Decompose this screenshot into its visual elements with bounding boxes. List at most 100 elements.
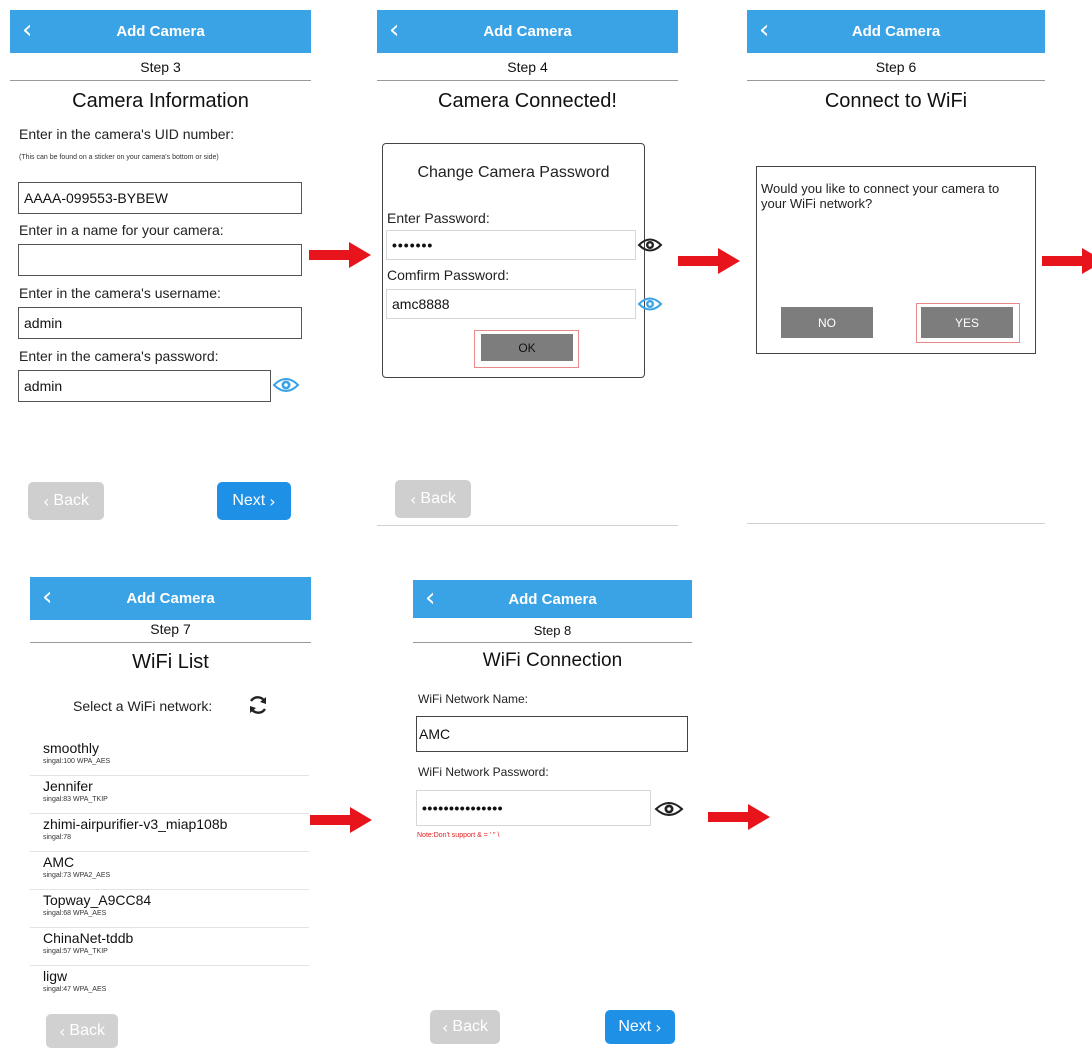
wifi-meta: singal:83 WPA_TKIP <box>43 796 108 803</box>
wifi-name-field[interactable]: AMC <box>416 716 688 752</box>
step-label: Step 7 <box>30 617 311 643</box>
password-note: Note:Don't support & = ' " \ <box>417 832 500 839</box>
wifi-meta: singal:47 WPA_AES <box>43 986 107 993</box>
nav-title: Add Camera <box>508 590 597 608</box>
wifi-network-row[interactable]: ChinaNet-tddb singal:57 WPA_TKIP <box>30 927 309 966</box>
step-label: Step 6 <box>747 55 1045 81</box>
wifi-network-row[interactable]: AMC singal:73 WPA2_AES <box>30 851 309 890</box>
back-button[interactable]: ‹ Back <box>430 1010 500 1044</box>
change-password-dialog: Change Camera Password Enter Password: •… <box>382 143 645 378</box>
wifi-network-row[interactable]: Jennifer singal:83 WPA_TKIP <box>30 775 309 814</box>
right-arrow-icon <box>309 242 371 268</box>
chevron-left-icon: ‹ <box>410 489 417 509</box>
camera-name-label: Enter in a name for your camera: <box>19 222 224 238</box>
back-chevron-icon[interactable]: ‹ <box>759 17 769 43</box>
uid-hint: (This can be found on a sticker on your … <box>19 154 219 161</box>
back-button[interactable]: ‹ Back <box>28 482 104 520</box>
confirm-password-field[interactable]: amc8888 <box>386 289 636 319</box>
back-button[interactable]: ‹ Back <box>46 1014 118 1048</box>
screen-step-7: ‹ Add Camera Step 7 WiFi List Select a W… <box>30 577 311 1048</box>
wifi-network-row[interactable]: ligw singal:47 WPA_AES <box>30 965 309 1003</box>
wifi-network-row[interactable]: smoothly singal:100 WPA_AES <box>30 737 309 776</box>
back-chevron-icon[interactable]: ‹ <box>425 585 435 611</box>
nav-title: Add Camera <box>851 23 941 40</box>
right-arrow-icon <box>678 248 740 274</box>
wifi-network-row[interactable]: Topway_A9CC84 singal:68 WPA_AES <box>30 889 309 928</box>
eye-icon[interactable] <box>272 376 300 399</box>
uid-label: Enter in the camera's UID number: <box>19 126 235 142</box>
screen-step-6: ‹ Add Camera Step 6 Connect to WiFi Woul… <box>747 10 1045 524</box>
wifi-name-label: WiFi Network Name: <box>418 692 529 706</box>
navbar: ‹ Add Camera <box>747 10 1045 53</box>
page-title: Connect to WiFi <box>824 90 968 112</box>
nav-title: Add Camera <box>483 23 572 40</box>
enter-password-field[interactable]: ••••••• <box>386 230 636 260</box>
username-label: Enter in the camera's username: <box>19 285 221 301</box>
navbar: ‹ Add Camera <box>30 577 311 620</box>
back-chevron-icon[interactable]: ‹ <box>22 17 32 43</box>
wifi-name: ChinaNet-tddb <box>43 930 134 946</box>
back-chevron-icon[interactable]: ‹ <box>389 17 399 43</box>
yes-button[interactable]: YES <box>921 307 1013 338</box>
navbar: ‹ Add Camera <box>10 10 311 53</box>
page-title: WiFi List <box>132 651 209 673</box>
wifi-name: ligw <box>43 968 68 984</box>
wifi-name: Jennifer <box>43 778 93 794</box>
right-arrow-icon <box>1042 248 1092 274</box>
eye-icon[interactable] <box>637 296 663 317</box>
screen-step-4: ‹ Add Camera Step 4 Camera Connected! Ch… <box>377 10 678 526</box>
back-button-label: Back <box>69 1022 105 1039</box>
chevron-right-icon: › <box>655 1017 662 1037</box>
ok-button[interactable]: OK <box>481 334 573 361</box>
chevron-left-icon: ‹ <box>59 1021 66 1041</box>
password-field[interactable]: admin <box>18 370 271 402</box>
camera-name-field[interactable] <box>18 244 302 276</box>
back-button-label: Back <box>452 1018 488 1035</box>
wifi-meta: singal:73 WPA2_AES <box>43 872 111 879</box>
back-button-label: Back <box>53 492 89 509</box>
nav-title: Add Camera <box>116 23 205 40</box>
select-network-label: Select a WiFi network: <box>73 698 213 714</box>
chevron-left-icon: ‹ <box>442 1017 449 1037</box>
eye-icon[interactable] <box>637 237 663 258</box>
next-button[interactable]: Next › <box>217 482 291 520</box>
wifi-name: AMC <box>43 854 75 870</box>
wifi-meta: singal:68 WPA_AES <box>43 910 107 917</box>
connect-wifi-dialog: Would you like to connect your camera to… <box>756 166 1036 354</box>
right-arrow-icon <box>310 807 372 833</box>
next-button-label: Next <box>618 1018 652 1035</box>
screen-step-3: ‹ Add Camera Step 3 Camera Information E… <box>10 10 311 525</box>
password-label: Enter in the camera's password: <box>19 348 219 364</box>
eye-icon[interactable] <box>654 800 684 823</box>
dialog-message: Would you like to connect your camera to… <box>761 181 1000 211</box>
wifi-name: smoothly <box>43 740 100 756</box>
back-button-label: Back <box>420 490 456 507</box>
step-label: Step 3 <box>10 55 311 81</box>
back-chevron-icon[interactable]: ‹ <box>42 584 52 610</box>
wifi-meta: singal:100 WPA_AES <box>43 758 111 765</box>
next-button-label: Next <box>232 492 266 509</box>
page-title: Camera Connected! <box>438 90 617 112</box>
wifi-meta: singal:78 <box>43 834 72 841</box>
wifi-password-label: WiFi Network Password: <box>418 765 549 779</box>
enter-password-label: Enter Password: <box>387 210 490 226</box>
uid-field[interactable]: AAAA-099553-BYBEW <box>18 182 302 214</box>
page-title: Camera Information <box>72 90 249 112</box>
step-label: Step 8 <box>413 620 692 643</box>
back-button[interactable]: ‹ Back <box>395 480 471 518</box>
chevron-right-icon: › <box>269 491 276 511</box>
dialog-title: Change Camera Password <box>417 164 610 181</box>
navbar: ‹ Add Camera <box>413 580 692 618</box>
page-title: WiFi Connection <box>482 650 623 671</box>
screen-step-8: ‹ Add Camera Step 8 WiFi Connection WiFi… <box>413 580 692 1048</box>
wifi-network-row[interactable]: zhimi-airpurifier-v3_miap108b singal:78 <box>30 813 309 852</box>
wifi-meta: singal:57 WPA_TKIP <box>43 948 108 955</box>
no-button[interactable]: NO <box>781 307 873 338</box>
wifi-name: zhimi-airpurifier-v3_miap108b <box>43 816 228 832</box>
wifi-password-field[interactable]: ••••••••••••••• <box>416 790 651 826</box>
username-field[interactable]: admin <box>18 307 302 339</box>
next-button[interactable]: Next › <box>605 1010 675 1044</box>
wifi-name: Topway_A9CC84 <box>43 892 152 908</box>
refresh-icon[interactable] <box>247 694 269 721</box>
navbar: ‹ Add Camera <box>377 10 678 53</box>
